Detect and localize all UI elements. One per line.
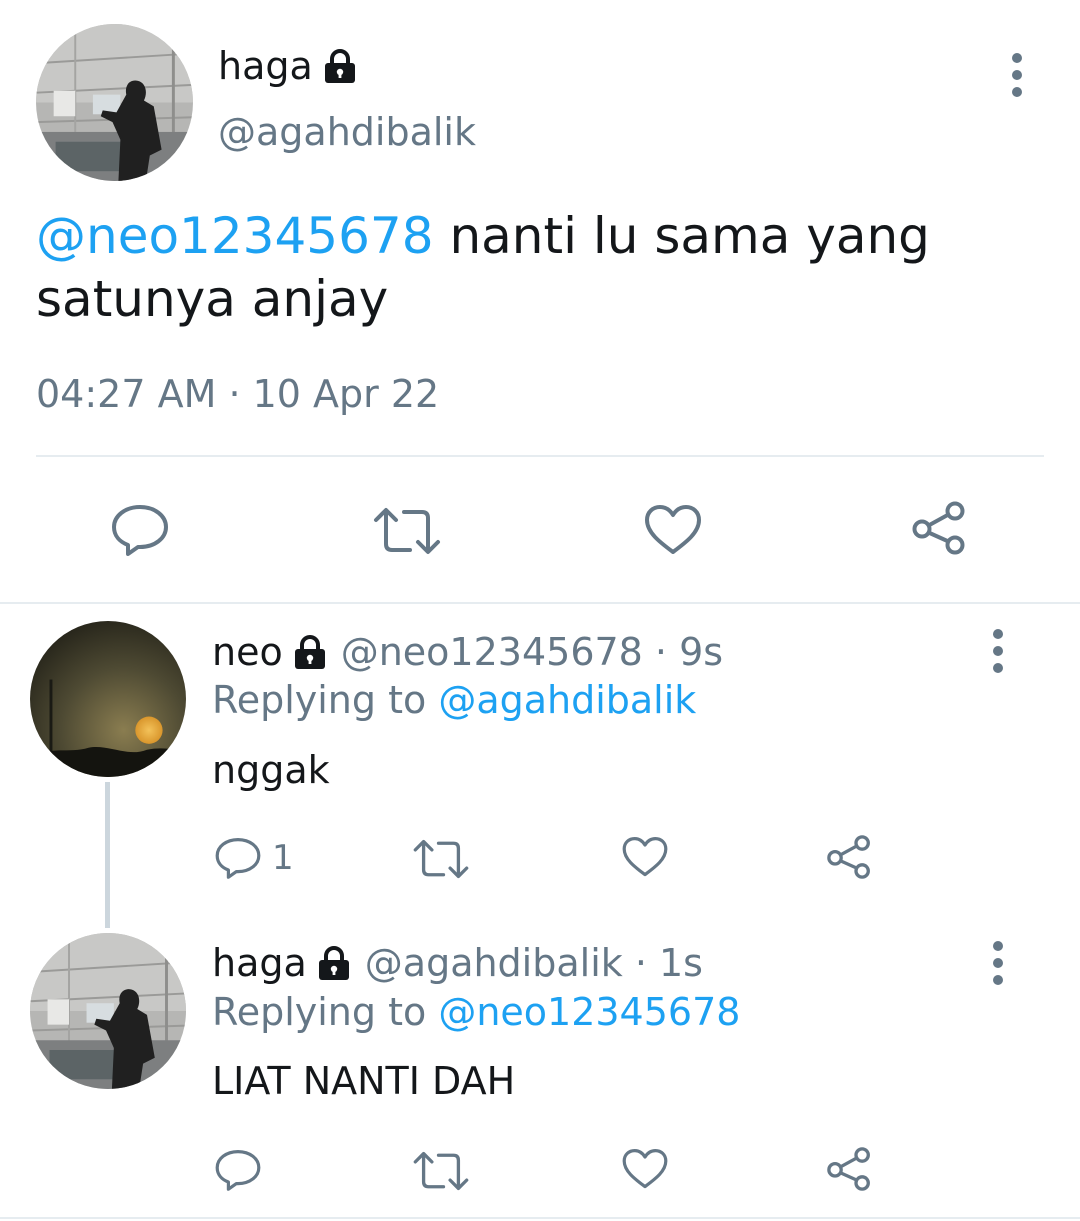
thread-connector [105, 782, 110, 928]
author-handle[interactable]: @agahdibalik [218, 110, 476, 154]
replying-to: Replying to @agahdibalik [212, 678, 696, 722]
lock-icon [293, 634, 327, 670]
reply-author-name[interactable]: haga [212, 941, 307, 985]
avatar-haga[interactable] [30, 933, 186, 1089]
author-display-name[interactable]: haga [218, 44, 313, 88]
reply-header[interactable]: neo @neo12345678 · 9s [212, 630, 723, 674]
share-icon[interactable] [909, 500, 969, 556]
avatar-neo[interactable] [30, 621, 186, 777]
more-options-icon[interactable] [1009, 52, 1025, 98]
reply-icon[interactable] [110, 503, 170, 557]
tweet-thread: haga @agahdibalik @neo12345678 nanti lu … [0, 0, 1080, 1221]
mention-link[interactable]: @neo12345678 [36, 207, 434, 265]
share-icon[interactable] [824, 834, 874, 880]
reply-author-handle[interactable]: @agahdibalik · 1s [365, 941, 703, 985]
reply-count: 1 [272, 838, 294, 878]
reply-author-name[interactable]: neo [212, 630, 283, 674]
replying-prefix: Replying to [212, 678, 439, 722]
lock-icon [323, 48, 357, 84]
replying-prefix: Replying to [212, 990, 439, 1034]
author-name[interactable]: haga [218, 44, 357, 88]
lock-icon [317, 945, 351, 981]
like-icon[interactable] [621, 836, 669, 878]
reply-text: LIAT NANTI DAH [212, 1059, 516, 1103]
more-options-icon[interactable] [990, 628, 1006, 674]
retweet-icon[interactable] [372, 506, 442, 556]
reply-header[interactable]: haga @agahdibalik · 1s [212, 941, 703, 985]
share-icon[interactable] [824, 1146, 874, 1192]
divider [36, 455, 1044, 457]
tweet-text: @neo12345678 nanti lu sama yang satunya … [36, 205, 1046, 331]
reply-icon[interactable] [214, 1148, 262, 1192]
divider [0, 602, 1080, 604]
reply-text: nggak [212, 748, 330, 792]
retweet-icon[interactable] [412, 838, 470, 880]
retweet-icon[interactable] [412, 1150, 470, 1192]
reply-author-handle[interactable]: @neo12345678 · 9s [341, 630, 723, 674]
reply-icon[interactable] [214, 836, 262, 880]
like-icon[interactable] [643, 504, 703, 556]
avatar-haga[interactable] [36, 24, 193, 181]
replying-mention[interactable]: @agahdibalik [438, 678, 696, 722]
like-icon[interactable] [621, 1148, 669, 1190]
replying-to: Replying to @neo12345678 [212, 990, 740, 1034]
divider [0, 1217, 1080, 1219]
replying-mention[interactable]: @neo12345678 [438, 990, 740, 1034]
tweet-timestamp[interactable]: 04:27 AM · 10 Apr 22 [36, 372, 439, 416]
more-options-icon[interactable] [990, 940, 1006, 986]
